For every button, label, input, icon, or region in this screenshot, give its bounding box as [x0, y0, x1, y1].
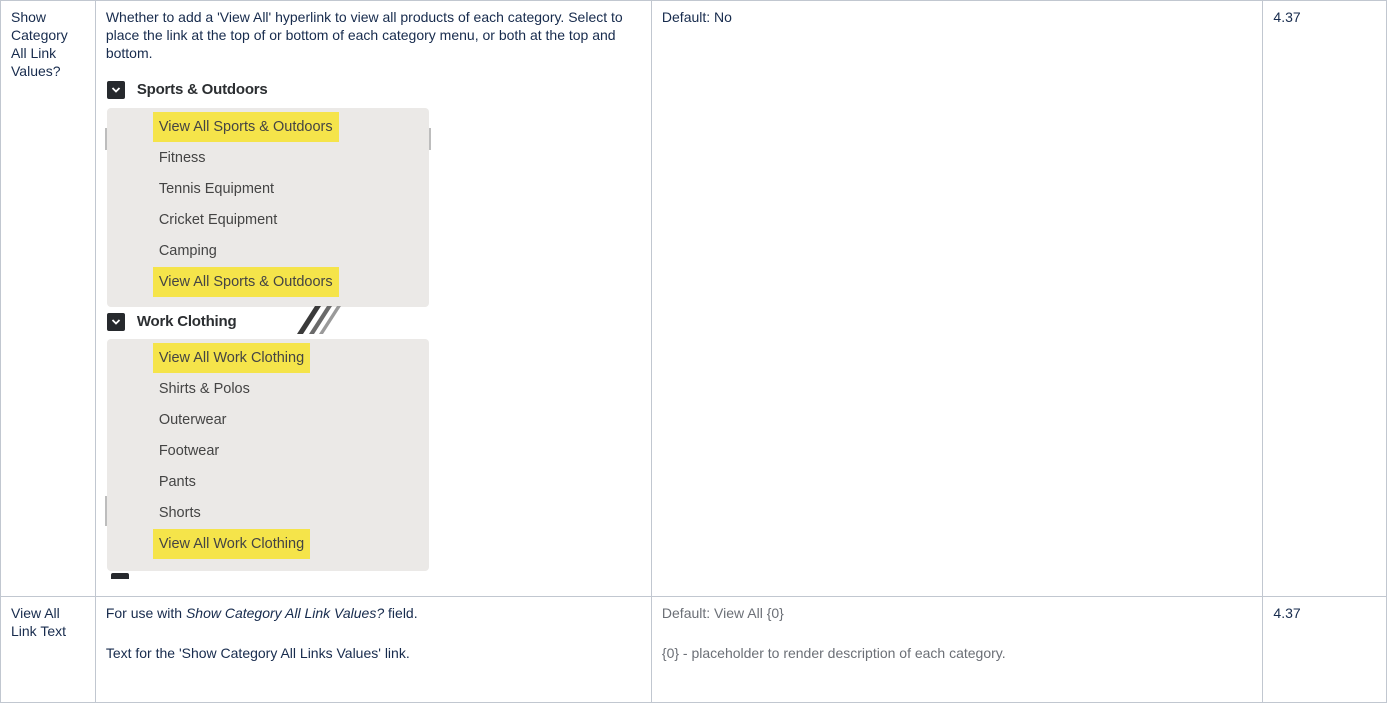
description-cell: For use with Show Category All Link Valu…	[94, 596, 652, 703]
properties-table: Show Category All Link Values? Whether t…	[0, 0, 1387, 703]
list-item: Fitness	[158, 150, 206, 166]
list-item: Footwear	[158, 443, 220, 459]
description-prefix: For use with	[105, 605, 186, 621]
version-cell: 4.37	[1262, 0, 1387, 597]
list-item: Shorts	[158, 505, 201, 521]
view-all-link: View All Sports & Outdoors	[152, 112, 339, 142]
view-all-link: View All Work Clothing	[152, 529, 311, 559]
version-cell: 4.37	[1262, 596, 1387, 703]
field-description: For use with Show Category All Link Valu…	[106, 604, 641, 622]
placeholder-note: {0} - placeholder to render description …	[661, 645, 1006, 661]
list-item: Pants	[158, 474, 196, 490]
description-suffix: field.	[384, 605, 418, 621]
default-value: Default: No	[661, 9, 732, 25]
field-name: Show Category All Link Values?	[11, 9, 68, 79]
field-description-2: Text for the 'Show Category All Links Va…	[105, 645, 410, 661]
field-name-cell: View All Link Text	[0, 596, 96, 703]
decorative-stripes	[296, 306, 341, 334]
category-header-label: Sports & Outdoors	[136, 81, 268, 98]
list-item: Tennis Equipment	[158, 181, 275, 197]
field-description: Whether to add a 'View All' hyperlink to…	[105, 9, 623, 61]
view-all-link: View All Sports & Outdoors	[152, 267, 339, 297]
field-name: View All Link Text	[11, 605, 66, 639]
description-cell: Whether to add a 'View All' hyperlink to…	[94, 0, 652, 597]
list-item: Camping	[158, 243, 217, 259]
version: 4.37	[1273, 605, 1301, 621]
default-cell: Default: No	[650, 0, 1264, 597]
chevron-down-icon	[106, 81, 125, 99]
category-header-label: Work Clothing	[136, 313, 237, 330]
table-row: Show Category All Link Values? Whether t…	[0, 0, 1387, 597]
list-item: Shirts & Polos	[158, 381, 250, 397]
default-cell: Default: View All {0} {0} - placeholder …	[650, 596, 1264, 703]
category-menu-screenshot: Sports & Outdoors View All Sports & Outd…	[104, 76, 438, 579]
category-header-work-clothing: Work Clothing	[106, 308, 237, 336]
list-item: Outerwear	[158, 412, 227, 428]
table-row: View All Link Text For use with Show Cat…	[0, 596, 1387, 703]
field-name-cell: Show Category All Link Values?	[0, 0, 96, 597]
category-header-sports: Sports & Outdoors	[106, 76, 268, 104]
default-value: Default: View All {0}	[661, 605, 784, 621]
list-item: Cricket Equipment	[158, 212, 278, 228]
view-all-link: View All Work Clothing	[152, 343, 311, 373]
version: 4.37	[1273, 9, 1301, 25]
field-reference: Show Category All Link Values?	[185, 605, 385, 621]
chevron-down-icon	[106, 313, 125, 331]
